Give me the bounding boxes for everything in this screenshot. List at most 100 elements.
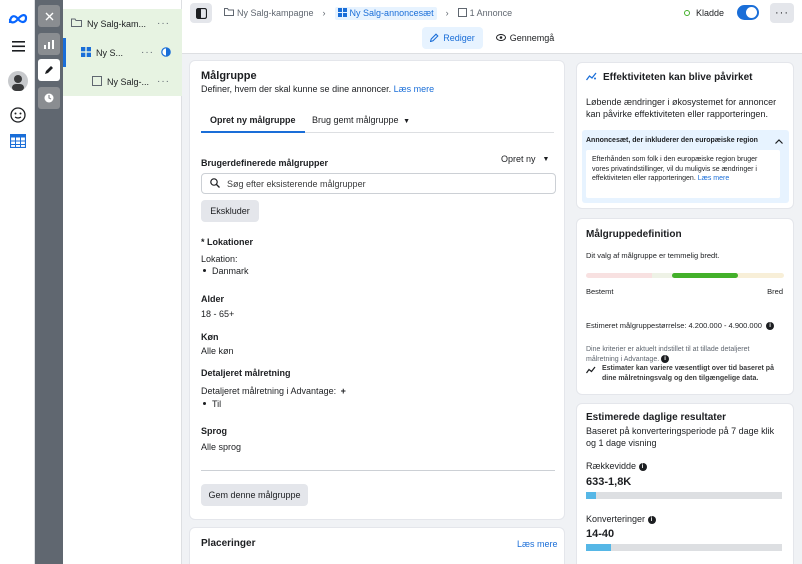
custom-audiences-label: Brugerdefinerede målgrupper — [201, 158, 329, 168]
info-icon[interactable]: i — [647, 515, 656, 524]
meta-logo-icon[interactable] — [7, 8, 29, 30]
effectiveness-header: Effektiviteten kan blive påvirket — [585, 72, 753, 83]
folder-icon — [224, 8, 234, 18]
detailed-targeting-value: Til — [212, 399, 222, 409]
definition-description: Dit valg af målgruppe er temmelig bredt. — [586, 251, 720, 260]
detailed-targeting-label: Detaljeret målretning — [201, 368, 291, 378]
gauge-left-label: Bestemt — [586, 287, 614, 296]
tab-create-audience[interactable]: Opret ny målgruppe — [201, 111, 305, 133]
more-options-icon[interactable]: ··· — [770, 3, 794, 23]
estimate-variance-text: Estimater kan variere væsentligt over ti… — [602, 365, 774, 382]
search-placeholder: Søg efter eksisterende målgrupper — [227, 178, 366, 189]
search-audiences-field[interactable]: Søg efter eksisterende målgrupper — [201, 173, 556, 194]
detailed-targeting-sub: Detaljeret målretning i Advantage: + — [201, 386, 346, 396]
left-nav-rail — [0, 0, 35, 564]
europe-accordion-text: Efterhånden som folk i den europæiske re… — [592, 156, 758, 182]
chevron-right-icon: › — [322, 8, 326, 18]
menu-icon[interactable] — [7, 35, 29, 57]
europe-accordion[interactable]: Annoncesæt, der inkluderer den europæisk… — [582, 130, 789, 203]
search-icon — [210, 177, 220, 190]
tab-create-label: Opret ny målgruppe — [210, 115, 296, 125]
save-audience-label: Gem denne målgruppe — [208, 490, 301, 500]
reach-progress-fill — [586, 492, 596, 499]
close-icon[interactable] — [38, 5, 60, 27]
tree-item-adset[interactable]: Ny S... ··· — [63, 38, 182, 67]
placements-title: Placeringer — [201, 538, 256, 549]
clock-icon[interactable] — [38, 87, 60, 109]
europe-accordion-body: Efterhånden som folk i den europæiske re… — [586, 150, 780, 198]
info-icon[interactable]: i — [661, 354, 670, 363]
location-item: Danmark — [201, 266, 249, 276]
status-label: Kladde — [696, 8, 725, 18]
location-value: Danmark — [212, 266, 249, 276]
tree-adset-label: Ny S... — [96, 47, 124, 58]
reach-label-row: Rækkevidde i — [586, 461, 647, 471]
estimate-variance: Estimater kan variere væsentligt over ti… — [586, 364, 782, 383]
tab-saved-audience[interactable]: Brug gemt målgruppe ▼ — [307, 111, 415, 133]
edit-tab[interactable]: Rediger — [422, 27, 483, 49]
publish-toggle[interactable] — [737, 5, 759, 20]
age-value: 18 - 65+ — [201, 309, 235, 319]
more-options-icon[interactable]: ··· — [157, 76, 170, 87]
effectiveness-title: Effektiviteten kan blive påvirket — [603, 72, 753, 83]
tree-item-campaign[interactable]: Ny Salg-kam... ··· — [63, 9, 182, 38]
table-icon[interactable] — [7, 130, 29, 152]
audience-card: Målgruppe Definer, hvem der skal kunne s… — [189, 60, 565, 520]
breadcrumb-ad[interactable]: 1 Annonce — [470, 8, 513, 18]
breadcrumb: Ny Salg-kampagne › Ny Salg-annoncesæt › … — [224, 6, 512, 20]
advantage-plus-icon: + — [340, 386, 346, 396]
save-audience-button[interactable]: Gem denne målgruppe — [201, 484, 308, 506]
gender-value: Alle køn — [201, 346, 234, 356]
audience-title: Målgruppe — [201, 70, 257, 82]
learn-more-link[interactable]: Læs mere — [394, 84, 435, 94]
chevron-up-icon[interactable] — [775, 136, 783, 146]
info-icon[interactable]: i — [638, 462, 647, 471]
edit-pencil-icon[interactable] — [38, 59, 60, 81]
top-bar: Ny Salg-kampagne › Ny Salg-annoncesæt › … — [182, 0, 802, 54]
detailed-targeting-item: Til — [201, 399, 221, 409]
sidebar-toggle-icon[interactable] — [190, 3, 212, 23]
review-tab[interactable]: Gennemgå — [492, 27, 558, 49]
placements-learn-more-link[interactable]: Læs mere — [517, 539, 558, 549]
gender-label: Køn — [201, 332, 219, 342]
campaign-tree: Ny Salg-kam... ··· Ny S... ··· Ny Salg-.… — [63, 0, 182, 564]
tree-campaign-label: Ny Salg-kam... — [87, 18, 147, 29]
emoji-face-icon[interactable] — [7, 104, 29, 126]
edit-tab-label: Rediger — [443, 33, 475, 43]
europe-accordion-title: Annoncesæt, der inkluderer den europæisk… — [586, 137, 758, 144]
reach-label: Rækkevidde — [586, 461, 637, 471]
create-new-dropdown[interactable]: Opret ny ▼ — [501, 154, 549, 164]
exclude-button[interactable]: Ekskluder — [201, 200, 259, 222]
audience-breadth-gauge — [586, 273, 784, 278]
locations-label: * Lokationer — [201, 237, 254, 247]
info-icon[interactable]: i — [766, 322, 775, 331]
tab-saved-label: Brug gemt målgruppe — [312, 115, 399, 125]
reach-progress — [586, 492, 782, 499]
avatar[interactable] — [7, 70, 29, 92]
audience-definition-card: Målgruppedefinition Dit valg af målgrupp… — [576, 218, 794, 395]
definition-title: Målgruppedefinition — [586, 229, 682, 240]
grid-icon — [337, 7, 347, 19]
effectiveness-card: Effektiviteten kan blive påvirket Løbend… — [576, 62, 794, 209]
review-tab-label: Gennemgå — [509, 33, 555, 43]
audience-desc-text: Definer, hvem der skal kunne se dine ann… — [201, 84, 392, 94]
chart-icon[interactable] — [38, 33, 60, 55]
results-description: Baseret på konverteringsperiode på 7 dag… — [586, 426, 775, 448]
grid-icon — [81, 46, 91, 59]
more-options-icon[interactable]: ··· — [141, 47, 154, 58]
detailed-targeting-sublabel: Detaljeret målretning i Advantage: — [201, 386, 337, 396]
tree-item-ad[interactable]: Ny Salg-... ··· — [63, 67, 182, 96]
trend-icon — [585, 72, 597, 83]
europe-learn-more-link[interactable]: Læs mere — [698, 175, 730, 182]
breadcrumb-adset[interactable]: Ny Salg-annoncesæt — [334, 6, 437, 20]
pencil-icon — [429, 32, 439, 44]
reach-value: 633-1,8K — [586, 476, 632, 488]
breadcrumb-campaign[interactable]: Ny Salg-kampagne — [237, 8, 314, 18]
more-options-icon[interactable]: ··· — [157, 18, 170, 29]
conversions-progress-fill — [586, 544, 612, 551]
caret-down-icon: ▼ — [542, 155, 550, 163]
status-badge: Kladde — [684, 8, 724, 18]
ad-document-icon — [457, 7, 467, 19]
breadcrumb-adset-label: Ny Salg-annoncesæt — [349, 8, 434, 18]
editor-tools-strip — [35, 0, 63, 564]
